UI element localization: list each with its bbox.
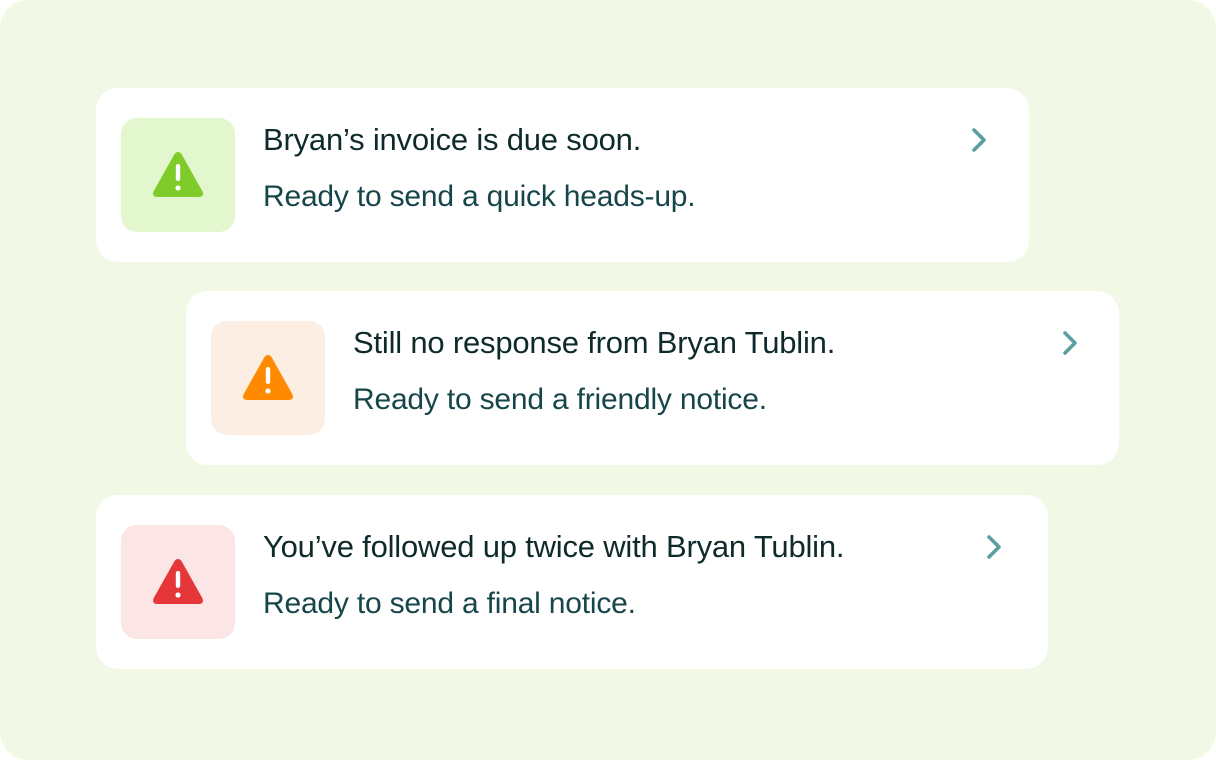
- warning-triangle-icon: [153, 152, 203, 197]
- severity-icon-box: [121, 118, 235, 232]
- chevron-right-icon[interactable]: [983, 533, 1005, 561]
- warning-triangle-icon: [153, 559, 203, 604]
- chevron-right-icon[interactable]: [968, 126, 990, 154]
- severity-icon-box: [121, 525, 235, 639]
- notification-card-no-response[interactable]: Still no response from Bryan Tublin. Rea…: [186, 291, 1119, 465]
- notification-card-due-soon[interactable]: Bryan’s invoice is due soon. Ready to se…: [96, 88, 1029, 262]
- notification-title: Still no response from Bryan Tublin.: [353, 325, 836, 360]
- notification-card-followed-up[interactable]: You’ve followed up twice with Bryan Tubl…: [96, 495, 1048, 669]
- chevron-right-icon[interactable]: [1059, 329, 1081, 357]
- warning-triangle-icon: [243, 355, 293, 400]
- notification-title: You’ve followed up twice with Bryan Tubl…: [263, 529, 845, 564]
- notification-subtitle: Ready to send a quick heads-up.: [263, 180, 696, 213]
- notification-panel: Bryan’s invoice is due soon. Ready to se…: [0, 0, 1216, 760]
- notification-title: Bryan’s invoice is due soon.: [263, 122, 642, 157]
- notification-subtitle: Ready to send a final notice.: [263, 587, 636, 620]
- notification-subtitle: Ready to send a friendly notice.: [353, 383, 767, 416]
- severity-icon-box: [211, 321, 325, 435]
